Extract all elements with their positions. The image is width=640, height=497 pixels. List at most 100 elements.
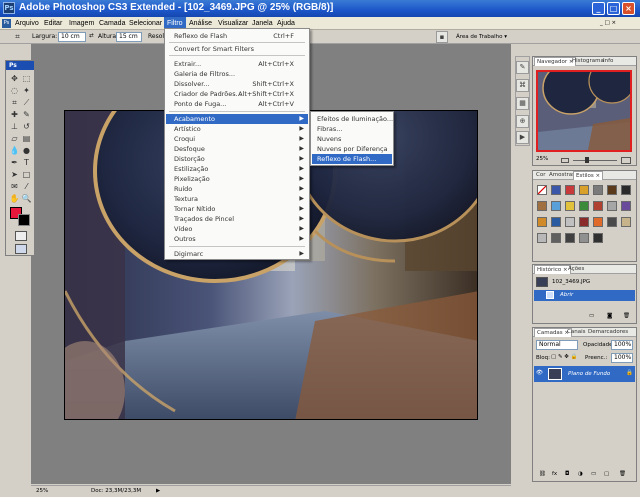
eye-icon[interactable]: 👁 <box>536 370 543 376</box>
brushes-palette-icon[interactable]: ▪ <box>436 31 448 43</box>
layer-row-background[interactable]: 👁 Plano de Fundo 🔒 <box>534 366 635 382</box>
tab-channels[interactable]: Canais <box>565 328 587 337</box>
tab-paths[interactable]: Demarcadores <box>586 328 630 337</box>
history-snapshot-icon[interactable]: ◙ <box>607 313 612 319</box>
background-color-swatch[interactable] <box>18 214 30 226</box>
layer-style-icon[interactable]: fx <box>552 471 557 477</box>
path-selection-tool-icon[interactable]: ➤ <box>9 169 20 180</box>
blur-tool-icon[interactable]: 💧 <box>9 145 20 156</box>
shape-tool-icon[interactable]: □ <box>21 169 32 180</box>
style-swatch[interactable] <box>621 185 631 195</box>
filter-last-flash-reflection[interactable]: Reflexo de Flash Ctrl+F <box>166 31 308 41</box>
layer-mask-icon[interactable]: ◘ <box>565 471 569 477</box>
zoom-in-icon[interactable] <box>621 157 631 164</box>
style-swatch[interactable] <box>551 217 561 227</box>
maximize-button[interactable]: □ <box>607 2 620 15</box>
opacity-field[interactable]: 100% <box>611 340 633 350</box>
history-new-document-icon[interactable]: ▭ <box>589 313 594 319</box>
eraser-tool-icon[interactable]: ▱ <box>9 133 20 144</box>
menu-editar[interactable]: Editar <box>41 17 65 30</box>
menu-selecionar[interactable]: Selecionar <box>126 17 165 30</box>
doc-window-controls[interactable]: _ □ × <box>600 20 616 26</box>
submenu-fibers[interactable]: Fibras... <box>312 124 392 134</box>
style-swatch[interactable] <box>537 233 547 243</box>
lasso-tool-icon[interactable]: ◌ <box>9 85 20 96</box>
move-tool-icon[interactable]: ✥ <box>9 73 20 84</box>
dock-layer-comps-icon[interactable]: ▦ <box>516 97 529 110</box>
submenu-lighting-effects[interactable]: Efeitos de Iluminação... <box>312 114 393 124</box>
dock-tool-presets-icon[interactable]: ⌘ <box>516 79 529 92</box>
delete-layer-icon[interactable]: 🗑 <box>619 471 626 477</box>
zoom-tool-icon[interactable]: 🔍 <box>21 193 32 204</box>
style-swatch[interactable] <box>607 185 617 195</box>
menu-imagem[interactable]: Imagem <box>66 17 97 30</box>
submenu-lens-flare[interactable]: Reflexo de Flash... <box>312 154 392 164</box>
zoom-out-icon[interactable] <box>561 158 569 163</box>
style-swatch[interactable] <box>593 233 603 243</box>
pen-tool-icon[interactable]: ✒ <box>9 157 20 168</box>
status-arrow-icon[interactable]: ▶ <box>156 488 160 494</box>
crop-tool-preset-icon[interactable]: ⌗ <box>12 31 23 42</box>
filter-extract[interactable]: Extrair... Alt+Ctrl+X <box>166 59 308 69</box>
style-swatch[interactable] <box>565 217 575 227</box>
dock-brushes-icon[interactable]: ✎ <box>516 61 529 74</box>
new-group-icon[interactable]: ▭ <box>591 471 596 477</box>
style-swatch[interactable] <box>537 201 547 211</box>
eyedropper-tool-icon[interactable]: ⁄ <box>21 181 32 192</box>
filter-video[interactable]: Vídeo ▶ <box>166 224 308 234</box>
style-swatch[interactable] <box>579 201 589 211</box>
height-field[interactable]: 15 cm <box>116 32 142 42</box>
style-swatch[interactable] <box>565 185 575 195</box>
style-swatch[interactable] <box>565 233 575 243</box>
status-zoom[interactable]: 25% <box>36 488 48 494</box>
filter-acabamento[interactable]: Acabamento ▶ <box>166 114 308 124</box>
trash-icon[interactable]: 🗑 <box>623 313 630 319</box>
menu-camada[interactable]: Camada <box>96 17 128 30</box>
swap-dimensions-icon[interactable]: ⇄ <box>89 33 94 39</box>
tab-styles[interactable]: Estilos × <box>573 171 604 180</box>
clone-stamp-tool-icon[interactable]: ⊥ <box>9 121 20 132</box>
style-swatch[interactable] <box>579 217 589 227</box>
filter-digimarc[interactable]: Digimarc ▶ <box>166 249 308 259</box>
filter-outros[interactable]: Outros ▶ <box>166 234 308 244</box>
type-tool-icon[interactable]: T <box>21 157 32 168</box>
slice-tool-icon[interactable]: ⟋ <box>21 97 32 108</box>
screen-mode-icon[interactable] <box>15 244 27 254</box>
style-swatch[interactable] <box>607 201 617 211</box>
filter-tornar-nitido[interactable]: Tornar Nítido ▶ <box>166 204 308 214</box>
filter-dissolve[interactable]: Dissolver... Shift+Ctrl+X <box>166 79 308 89</box>
link-layers-icon[interactable]: ⛓ <box>539 471 546 477</box>
filter-convert-smart[interactable]: Convert for Smart Filters <box>166 44 308 54</box>
style-swatch[interactable] <box>593 185 603 195</box>
filter-distorcao[interactable]: Distorção ▶ <box>166 154 308 164</box>
app-menu-icon[interactable]: Ps <box>2 19 11 28</box>
minimize-button[interactable]: _ <box>592 2 605 15</box>
brush-tool-icon[interactable]: ✎ <box>21 109 32 120</box>
style-swatch[interactable] <box>551 233 561 243</box>
style-swatch[interactable] <box>551 185 561 195</box>
healing-brush-tool-icon[interactable]: ✚ <box>9 109 20 120</box>
hand-tool-icon[interactable]: ✋ <box>9 193 20 204</box>
marquee-tool-icon[interactable]: ⬚ <box>21 73 32 84</box>
history-brush-tool-icon[interactable]: ↺ <box>21 121 32 132</box>
filter-artistico[interactable]: Artístico ▶ <box>166 124 308 134</box>
tab-color[interactable]: Cor <box>534 171 547 180</box>
filter-estilizacao[interactable]: Estilização ▶ <box>166 164 308 174</box>
navigator-preview[interactable] <box>536 70 632 152</box>
filter-croqui[interactable]: Croqui ▶ <box>166 134 308 144</box>
zoom-slider-thumb[interactable] <box>585 157 589 163</box>
history-snapshot[interactable]: 102_3469.JPG <box>552 279 590 285</box>
filter-desfoque[interactable]: Desfoque ▶ <box>166 144 308 154</box>
filter-vanishing-point[interactable]: Ponto de Fuga... Alt+Ctrl+V <box>166 99 308 109</box>
gradient-tool-icon[interactable]: ▤ <box>21 133 32 144</box>
history-step-row[interactable]: Abrir <box>534 290 635 301</box>
zoom-slider[interactable] <box>573 160 617 161</box>
dock-animation-icon[interactable]: ▶ <box>516 131 529 144</box>
tab-actions[interactable]: Ações <box>566 265 586 274</box>
style-swatch[interactable] <box>537 217 547 227</box>
filter-gallery[interactable]: Galeria de Filtros... <box>166 69 308 79</box>
fill-field[interactable]: 100% <box>611 353 633 363</box>
filter-textura[interactable]: Textura ▶ <box>166 194 308 204</box>
new-layer-icon[interactable]: ▢ <box>604 471 609 477</box>
width-field[interactable]: 10 cm <box>58 32 86 42</box>
